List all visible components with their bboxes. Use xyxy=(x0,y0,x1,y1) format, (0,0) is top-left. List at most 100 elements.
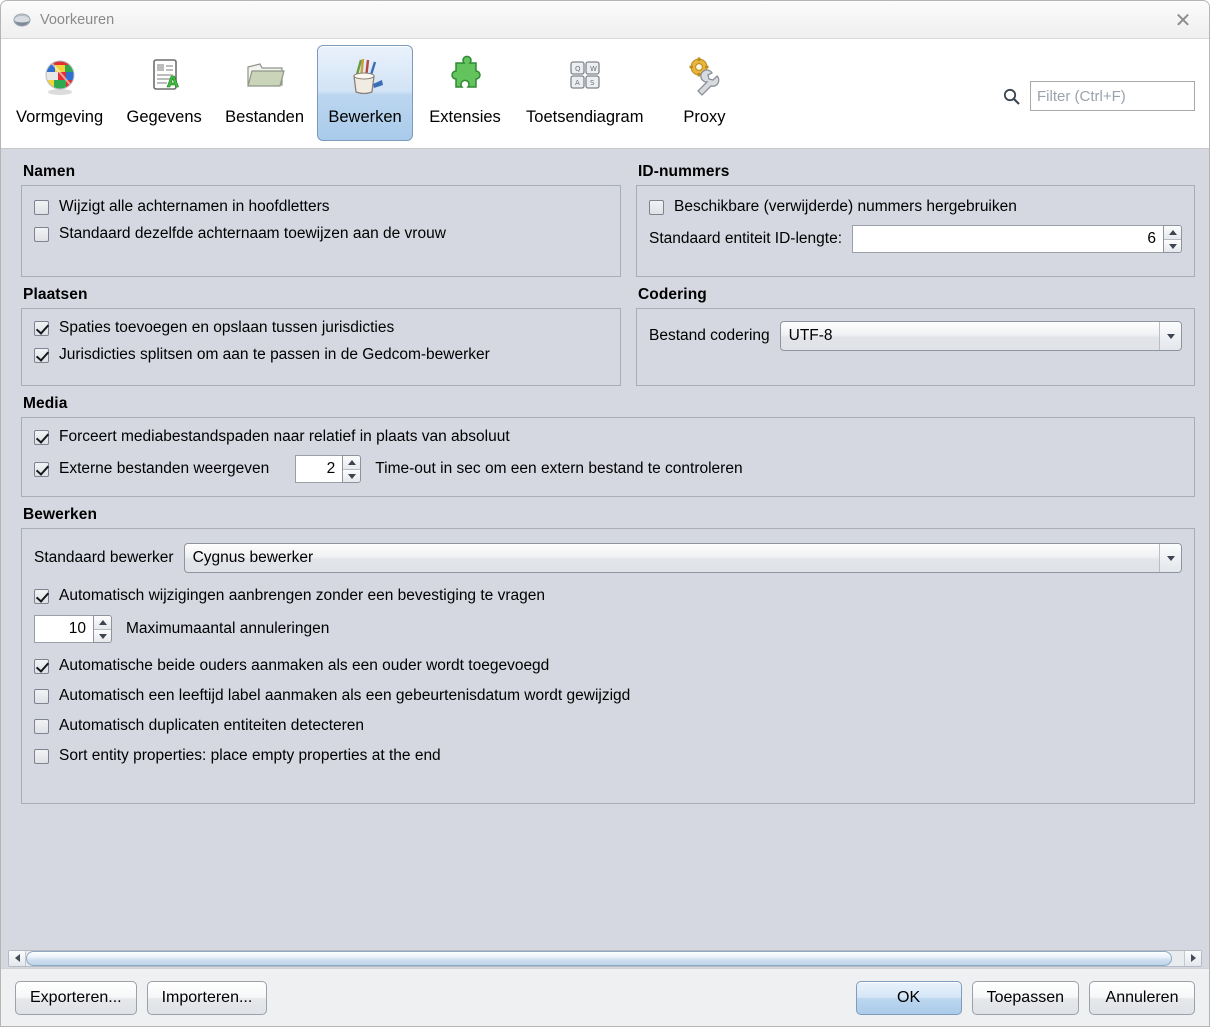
spinner-down-icon[interactable] xyxy=(94,629,111,642)
dialog-footer: Exporteren... Importeren... OK Toepassen… xyxy=(1,968,1209,1026)
flags-globe-icon xyxy=(35,52,85,102)
tab-bewerken[interactable]: Bewerken xyxy=(317,45,414,141)
spinner-buttons xyxy=(1163,225,1182,253)
ok-label: OK xyxy=(897,988,921,1006)
combobox-value: Cygnus bewerker xyxy=(192,549,314,566)
checkbox-box[interactable] xyxy=(34,688,49,704)
ok-button[interactable]: OK xyxy=(855,980,962,1015)
spinner-up-icon[interactable] xyxy=(343,456,361,469)
checkbox-auto-age-label[interactable]: Automatisch een leeftijd label aanmaken … xyxy=(34,687,1182,705)
tab-vormgeving[interactable]: Vormgeving xyxy=(7,45,112,141)
group-title: Media xyxy=(23,395,68,412)
checkbox-detect-duplicates[interactable]: Automatisch duplicaten entiteiten detect… xyxy=(34,717,1182,735)
group-namen: Namen Wijzigt alle achternamen in hoofdl… xyxy=(21,163,621,277)
app-globe-icon xyxy=(13,11,31,29)
checkbox-box[interactable] xyxy=(34,320,49,336)
group-title: Plaatsen xyxy=(23,286,88,303)
export-label: Exporteren... xyxy=(30,988,122,1006)
max-undo-spinner[interactable]: 10 xyxy=(34,615,112,643)
checkbox-show-external-files[interactable]: Externe bestanden weergeven xyxy=(34,460,269,478)
group-bewerken: Bewerken Standaard bewerker Cygnus bewer… xyxy=(21,506,1195,804)
pencil-cup-icon xyxy=(340,52,390,102)
spinner-value[interactable]: 6 xyxy=(852,225,1163,253)
media-timeout-label: Time-out in sec om een extern bestand te… xyxy=(375,460,743,477)
close-icon[interactable]: ✕ xyxy=(1163,5,1203,35)
footer-left-buttons: Exporteren... Importeren... xyxy=(15,980,268,1015)
checkbox-box[interactable] xyxy=(34,658,49,674)
spinner-down-icon[interactable] xyxy=(1164,239,1181,252)
file-encoding-label: Bestand codering xyxy=(649,327,770,344)
scroll-left-icon[interactable] xyxy=(9,950,26,966)
chevron-down-icon[interactable] xyxy=(1159,322,1181,350)
horizontal-scrollbar[interactable] xyxy=(8,949,1202,967)
scrollbar-track[interactable] xyxy=(26,950,1184,966)
tab-label: Vormgeving xyxy=(16,108,104,126)
checkbox-label: Automatisch wijzigingen aanbrengen zonde… xyxy=(59,587,545,604)
apply-label: Toepassen xyxy=(986,988,1064,1006)
svg-text:W: W xyxy=(590,65,597,73)
filter-area xyxy=(1002,81,1195,111)
tab-proxy[interactable]: Proxy xyxy=(656,45,752,141)
checkbox-box[interactable] xyxy=(34,429,49,445)
checkbox-box[interactable] xyxy=(34,748,49,764)
checkbox-label: Externe bestanden weergeven xyxy=(59,460,270,477)
checkbox-auto-create-both-parents[interactable]: Automatische beide ouders aanmaken als e… xyxy=(34,657,1182,675)
chevron-down-icon[interactable] xyxy=(1159,544,1181,572)
checkbox-label: Wijzigt alle achternamen in hoofdletters xyxy=(59,198,330,215)
folder-icon xyxy=(240,52,290,102)
checkbox-box[interactable] xyxy=(34,226,49,242)
svg-text:A: A xyxy=(575,79,580,87)
horizontal-scrollbar-area xyxy=(1,948,1209,968)
spinner-down-icon[interactable] xyxy=(343,469,361,482)
entity-id-length-spinner[interactable]: 6 xyxy=(852,225,1182,253)
checkbox-label: Forceert mediabestandspaden naar relatie… xyxy=(59,428,510,445)
checkbox-auto-apply-changes[interactable]: Automatisch wijzigingen aanbrengen zonde… xyxy=(34,587,1182,605)
file-encoding-combobox[interactable]: UTF-8 xyxy=(779,321,1182,351)
group-id-nummers: ID-nummers Beschikbare (verwijderde) num… xyxy=(636,163,1195,277)
entity-id-length-label: Standaard entiteit ID-lengte: xyxy=(649,230,843,247)
cancel-label: Annuleren xyxy=(1105,988,1179,1006)
checkbox-box[interactable] xyxy=(34,718,49,734)
checkbox-box[interactable] xyxy=(649,199,664,215)
spinner-value[interactable]: 2 xyxy=(295,455,343,483)
media-timeout-spinner[interactable]: 2 xyxy=(295,455,362,483)
scrollbar-thumb[interactable] xyxy=(26,950,1173,966)
group-plaatsen: Plaatsen Spaties toevoegen en opslaan tu… xyxy=(21,286,621,386)
checkbox-box[interactable] xyxy=(34,461,49,477)
filter-input[interactable] xyxy=(1030,81,1195,111)
svg-text:S: S xyxy=(590,79,595,87)
checkbox-label: Jurisdicties splitsen om aan te passen i… xyxy=(59,346,490,363)
checkbox-box[interactable] xyxy=(34,199,49,215)
checkbox-uppercase-surnames[interactable]: Wijzigt alle achternamen in hoofdletters xyxy=(34,198,608,216)
apply-button[interactable]: Toepassen xyxy=(971,980,1079,1015)
spinner-value[interactable]: 10 xyxy=(34,615,93,643)
import-button[interactable]: Importeren... xyxy=(146,980,268,1015)
spinner-up-icon[interactable] xyxy=(94,616,111,629)
checkbox-sort-entity-properties[interactable]: Sort entity properties: place empty prop… xyxy=(34,747,1182,765)
checkbox-relative-media-paths[interactable]: Forceert mediabestandspaden naar relatie… xyxy=(34,428,1182,446)
checkbox-box[interactable] xyxy=(34,347,49,363)
default-editor-combobox[interactable]: Cygnus bewerker xyxy=(183,543,1182,573)
tab-bestanden[interactable]: Bestanden xyxy=(216,45,313,141)
cancel-button[interactable]: Annuleren xyxy=(1089,980,1195,1015)
tab-label: Bewerken xyxy=(328,108,402,126)
tab-toetsendiagram[interactable]: Q W A S Toetsendiagram xyxy=(517,45,652,141)
checkbox-split-jurisdictions[interactable]: Jurisdicties splitsen om aan te passen i… xyxy=(34,346,608,364)
checkbox-label: Standaard dezelfde achternaam toewijzen … xyxy=(59,225,446,242)
svg-text:A: A xyxy=(167,73,179,91)
tab-gegevens[interactable]: A Gegevens xyxy=(116,45,212,141)
scroll-right-icon[interactable] xyxy=(1184,950,1201,966)
spinner-up-icon[interactable] xyxy=(1164,226,1181,239)
tab-extensies[interactable]: Extensies xyxy=(417,45,513,141)
svg-text:Q: Q xyxy=(575,65,581,73)
tab-label: Extensies xyxy=(429,108,501,126)
checkbox-add-spaces-jurisdictions[interactable]: Spaties toevoegen en opslaan tussen juri… xyxy=(34,319,608,337)
checkbox-same-surname-wife[interactable]: Standaard dezelfde achternaam toewijzen … xyxy=(34,225,608,243)
checkbox-reuse-numbers[interactable]: Beschikbare (verwijderde) nummers hergeb… xyxy=(649,198,1182,216)
group-title: Namen xyxy=(23,163,76,180)
export-button[interactable]: Exporteren... xyxy=(15,980,137,1015)
import-label: Importeren... xyxy=(161,988,253,1006)
combobox-value: UTF-8 xyxy=(788,327,833,344)
checkbox-box[interactable] xyxy=(34,588,49,604)
spinner-buttons xyxy=(342,455,362,483)
